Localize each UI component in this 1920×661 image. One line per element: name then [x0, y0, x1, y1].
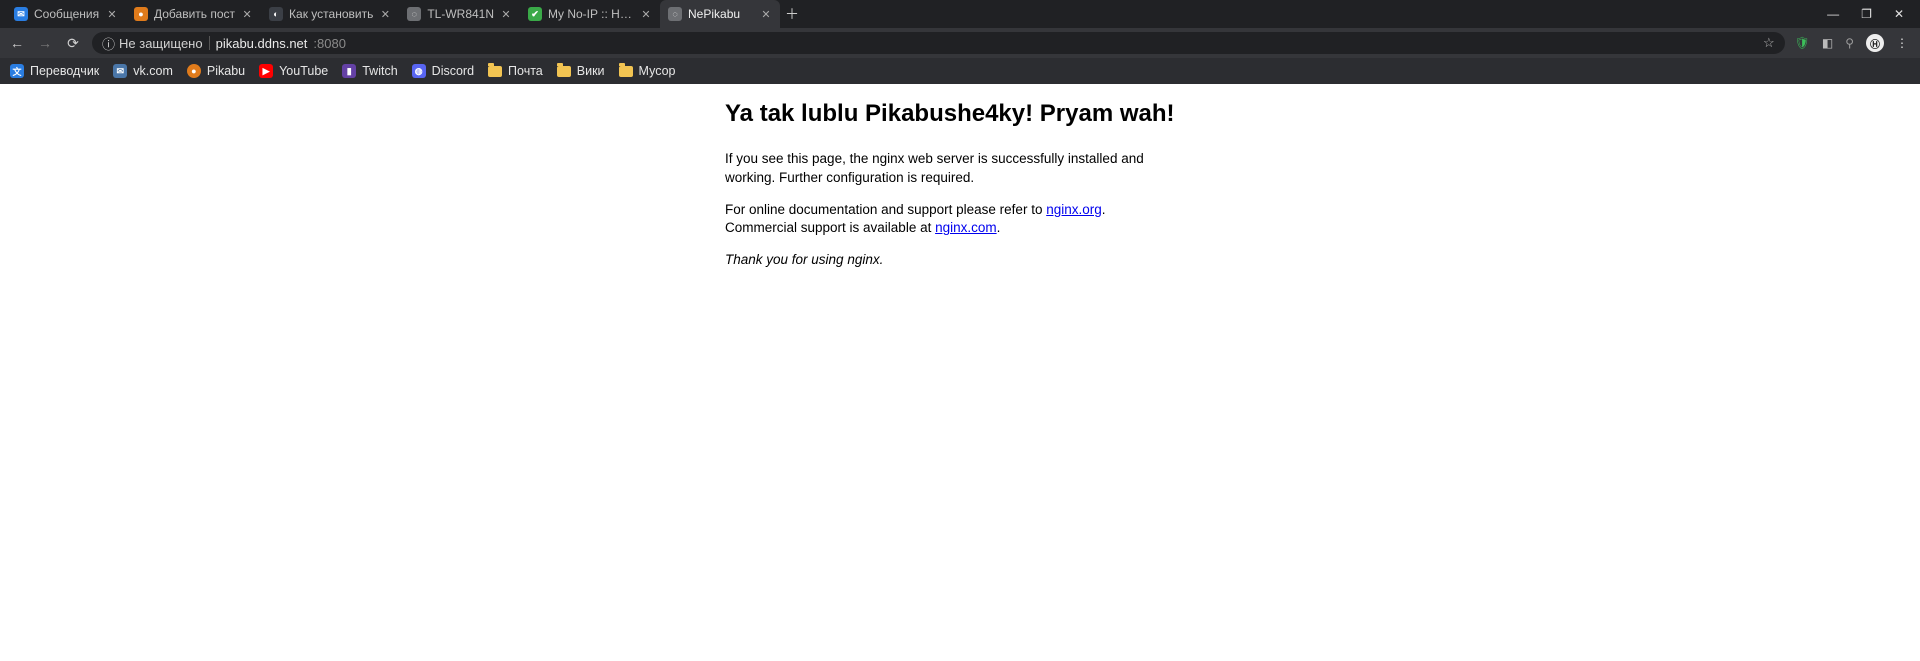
- bookmark-label: YouTube: [279, 64, 328, 78]
- tab-noip[interactable]: ✔ My No-IP :: Host ✕: [520, 0, 660, 28]
- text: .: [1102, 202, 1106, 217]
- bookmark-label: Twitch: [362, 64, 397, 78]
- bookmark-folder-trash[interactable]: Мусор: [619, 64, 676, 78]
- toolbar-extensions: 🛡 ◧ ⚲ Ⓗ ⋮: [1795, 34, 1912, 52]
- tab-messages[interactable]: ✉ Сообщения ✕: [6, 0, 126, 28]
- window-controls: — ❐ ✕: [1827, 7, 1920, 21]
- close-tab-icon[interactable]: ✕: [379, 8, 391, 21]
- bookmark-discord[interactable]: ◍ Discord: [412, 64, 474, 78]
- tab-add-post[interactable]: ● Добавить пост ✕: [126, 0, 261, 28]
- extension-icon[interactable]: ◧: [1822, 36, 1833, 50]
- tab-favicon: ✔: [528, 7, 542, 21]
- tab-favicon: ◌: [668, 7, 682, 21]
- pikabu-icon: ●: [187, 64, 201, 78]
- bookmark-star-icon[interactable]: ☆: [1763, 35, 1775, 51]
- close-tab-icon[interactable]: ✕: [760, 8, 772, 21]
- security-text: Не защищено: [119, 36, 203, 51]
- bookmark-label: vk.com: [133, 64, 173, 78]
- discord-icon: ◍: [412, 64, 426, 78]
- adblock-shield-icon[interactable]: 🛡: [1795, 36, 1810, 50]
- folder-icon: [488, 66, 502, 77]
- tab-strip: ✉ Сообщения ✕ ● Добавить пост ✕ ◐ Как ус…: [0, 0, 1920, 28]
- location-icon[interactable]: ⚲: [1845, 36, 1854, 50]
- close-tab-icon[interactable]: ✕: [106, 8, 118, 21]
- tab-title: Как установить: [289, 7, 373, 21]
- tab-title: My No-IP :: Host: [548, 7, 634, 21]
- bookmark-folder-wiki[interactable]: Вики: [557, 64, 605, 78]
- tab-tlwr841n[interactable]: ◌ TL-WR841N ✕: [399, 0, 520, 28]
- tab-howto-install[interactable]: ◐ Как установить ✕: [261, 0, 399, 28]
- text: Commercial support is available at: [725, 220, 935, 235]
- twitch-icon: ▮: [342, 64, 356, 78]
- text: For online documentation and support ple…: [725, 202, 1046, 217]
- close-tab-icon[interactable]: ✕: [500, 8, 512, 21]
- tab-nepikabu[interactable]: ◌ NePikabu ✕: [660, 0, 780, 28]
- tab-favicon: ✉: [14, 7, 28, 21]
- bookmark-youtube[interactable]: ▶ YouTube: [259, 64, 328, 78]
- text: .: [997, 220, 1001, 235]
- url-host: pikabu.ddns.net: [216, 36, 308, 51]
- bookmark-folder-mail[interactable]: Почта: [488, 64, 543, 78]
- divider: [209, 36, 210, 50]
- page-thanks: Thank you for using nginx.: [725, 252, 883, 267]
- tab-title: Сообщения: [34, 7, 100, 21]
- bookmarks-bar: 文 Переводчик ✉ vk.com ● Pikabu ▶ YouTube…: [0, 58, 1920, 84]
- page-content: Ya tak lublu Pikabushe4ky! Pryam wah! If…: [0, 84, 1920, 661]
- minimize-button[interactable]: —: [1827, 7, 1839, 21]
- youtube-icon: ▶: [259, 64, 273, 78]
- page-paragraph-2: For online documentation and support ple…: [725, 201, 1195, 237]
- bookmark-pikabu[interactable]: ● Pikabu: [187, 64, 245, 78]
- bookmark-label: Pikabu: [207, 64, 245, 78]
- link-nginx-org[interactable]: nginx.org: [1046, 202, 1102, 217]
- maximize-button[interactable]: ❐: [1861, 7, 1872, 21]
- page-paragraph-1: If you see this page, the nginx web serv…: [725, 150, 1195, 186]
- security-status[interactable]: ⓘ Не защищено: [102, 34, 203, 53]
- close-window-button[interactable]: ✕: [1894, 7, 1904, 21]
- browser-toolbar: ← → ⟳ ⓘ Не защищено pikabu.ddns.net :8080…: [0, 28, 1920, 58]
- url-port: :8080: [313, 36, 346, 51]
- translator-icon: 文: [10, 64, 24, 78]
- back-button[interactable]: ←: [8, 35, 26, 51]
- bookmark-label: Почта: [508, 64, 543, 78]
- folder-icon: [619, 66, 633, 77]
- folder-icon: [557, 66, 571, 77]
- reload-button[interactable]: ⟳: [64, 35, 82, 52]
- tab-title: NePikabu: [688, 7, 754, 21]
- forward-button[interactable]: →: [36, 35, 54, 51]
- link-nginx-com[interactable]: nginx.com: [935, 220, 997, 235]
- new-tab-button[interactable]: ＋: [780, 4, 804, 24]
- tab-favicon: ●: [134, 7, 148, 21]
- tab-favicon: ◐: [269, 7, 283, 21]
- browser-menu-button[interactable]: ⋮: [1896, 36, 1908, 50]
- bookmark-label: Discord: [432, 64, 474, 78]
- bookmark-translator[interactable]: 文 Переводчик: [10, 64, 99, 78]
- close-tab-icon[interactable]: ✕: [241, 8, 253, 21]
- close-tab-icon[interactable]: ✕: [640, 8, 652, 21]
- info-icon: ⓘ: [102, 34, 115, 53]
- tab-title: TL-WR841N: [427, 7, 494, 21]
- tab-title: Добавить пост: [154, 7, 235, 21]
- bookmark-label: Мусор: [639, 64, 676, 78]
- vk-icon: ✉: [113, 64, 127, 78]
- bookmark-vk[interactable]: ✉ vk.com: [113, 64, 173, 78]
- bookmark-label: Переводчик: [30, 64, 99, 78]
- address-bar[interactable]: ⓘ Не защищено pikabu.ddns.net :8080 ☆: [92, 32, 1785, 54]
- page-heading: Ya tak lublu Pikabushe4ky! Pryam wah!: [725, 98, 1195, 130]
- extension-badge-icon[interactable]: Ⓗ: [1866, 34, 1884, 52]
- tab-favicon: ◌: [407, 7, 421, 21]
- bookmark-twitch[interactable]: ▮ Twitch: [342, 64, 397, 78]
- bookmark-label: Вики: [577, 64, 605, 78]
